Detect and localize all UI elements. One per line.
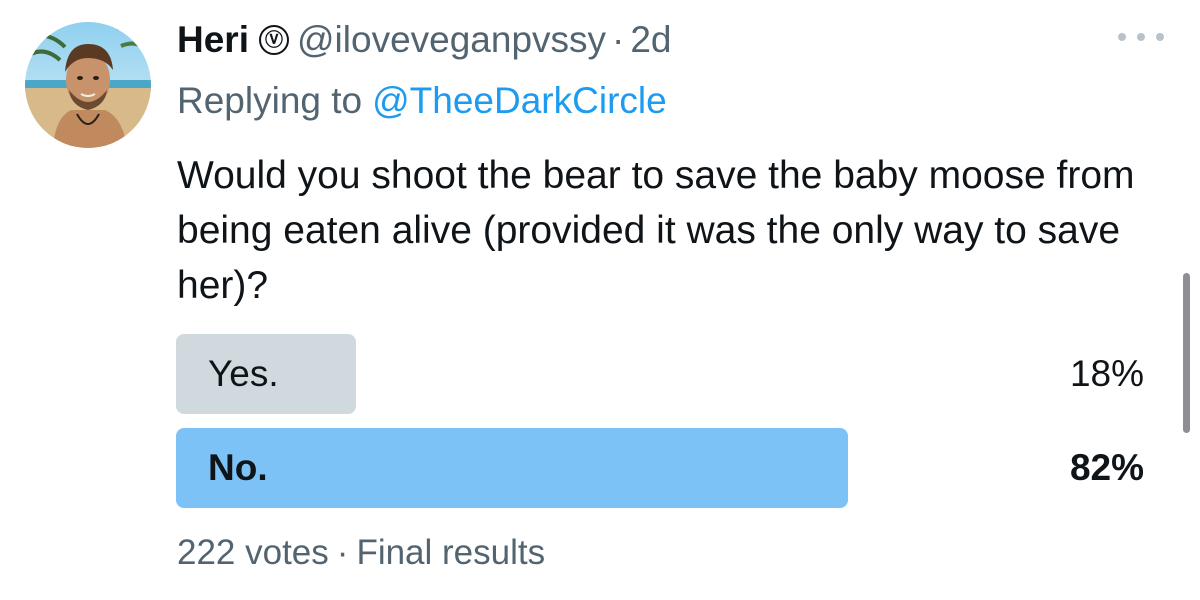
poll: Yes. 18% No. 82% xyxy=(176,334,1144,522)
more-options-icon[interactable] xyxy=(1118,30,1164,44)
more-dot xyxy=(1118,33,1126,41)
poll-option-yes: Yes. 18% xyxy=(176,334,1144,414)
author-name[interactable]: Heri xyxy=(177,19,249,61)
poll-bar-no xyxy=(176,428,848,508)
more-dot xyxy=(1137,33,1145,41)
tweet-header: Heri Ⓥ @iloveveganpvssy · 2d xyxy=(177,16,672,64)
poll-option-label: Yes. xyxy=(208,353,279,394)
verified-badge-icon: Ⓥ xyxy=(258,25,289,55)
poll-option-label: No. xyxy=(208,447,268,488)
replying-to: Replying to @TheeDarkCircle xyxy=(177,76,667,126)
author-handle[interactable]: @iloveveganpvssy xyxy=(297,19,606,61)
replying-to-label: Replying to xyxy=(177,80,363,121)
separator-dot: · xyxy=(612,19,625,60)
avatar-photo xyxy=(25,22,151,148)
poll-status: Final results xyxy=(356,533,546,572)
more-dot xyxy=(1156,33,1164,41)
poll-option-no: No. 82% xyxy=(176,428,1144,508)
vote-count: 222 votes xyxy=(177,533,329,572)
avatar[interactable] xyxy=(25,22,151,148)
poll-results: 222 votes · Final results xyxy=(177,528,545,578)
poll-option-percent: 82% xyxy=(1069,447,1144,488)
separator-dot: · xyxy=(336,533,349,572)
scrollbar[interactable] xyxy=(1183,273,1190,433)
replying-to-link[interactable]: @TheeDarkCircle xyxy=(372,80,667,122)
tweet-text: Would you shoot the bear to save the bab… xyxy=(177,154,1135,307)
poll-option-percent: 18% xyxy=(1069,353,1144,394)
timestamp[interactable]: 2d xyxy=(630,19,671,61)
